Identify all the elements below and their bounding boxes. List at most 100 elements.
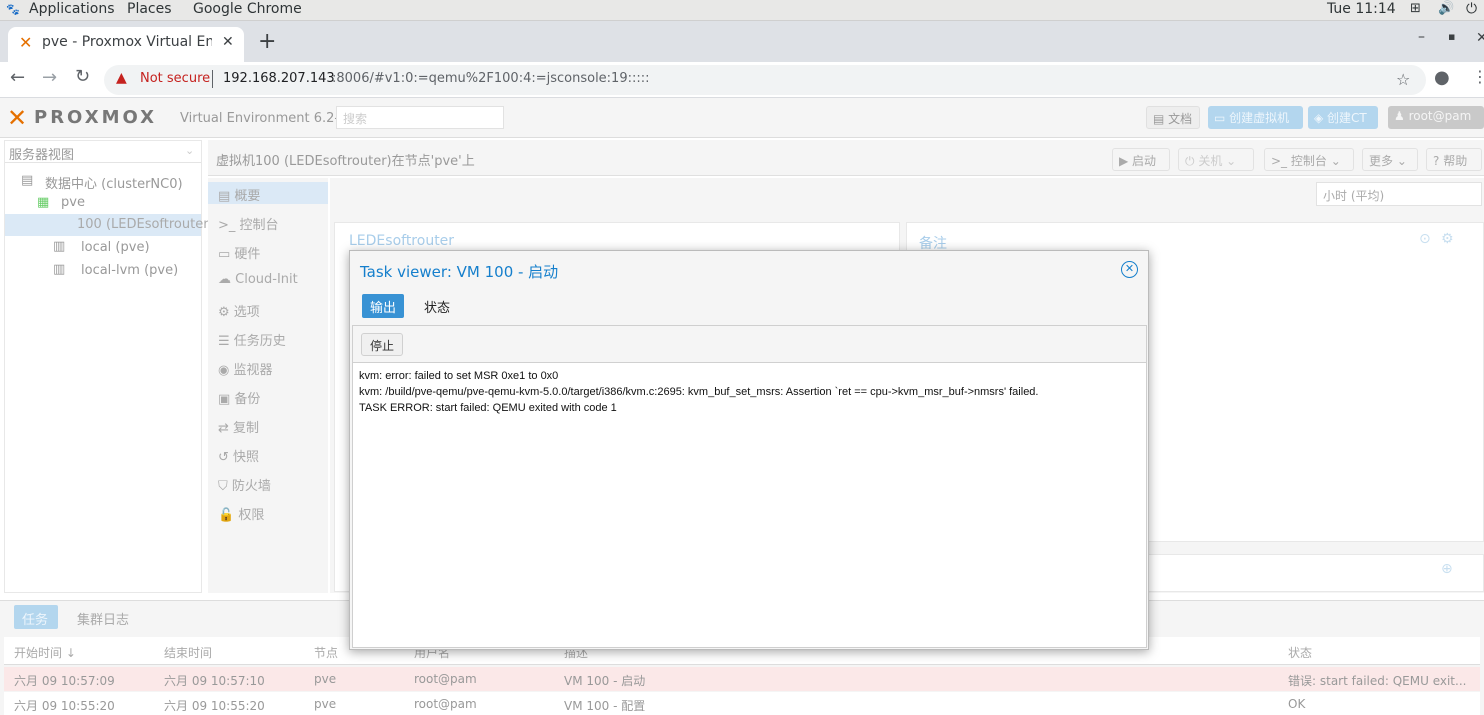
view-selector[interactable]: 服务器视图 ⌄ bbox=[5, 141, 201, 163]
url-path[interactable]: :8006/#v1:0:=qemu%2F100:4:=jsconsole:19:… bbox=[332, 71, 650, 86]
menu-item-monitor[interactable]: ◉ 监视器 bbox=[218, 359, 273, 378]
gear-icon[interactable]: ⚙ bbox=[1441, 231, 1454, 247]
cell-end: 六月 09 10:55:20 bbox=[164, 699, 265, 713]
menu-item-task-history[interactable]: ☰ 任务历史 bbox=[218, 330, 286, 349]
clock[interactable]: Tue 11:14 bbox=[1327, 1, 1396, 17]
menu-label: 任务历史 bbox=[233, 334, 286, 349]
view-selector-value: 服务器视图 bbox=[9, 148, 75, 163]
docs-button[interactable]: ▤ 文档 bbox=[1146, 106, 1200, 129]
version-label: Virtual Environment 6.2-4 bbox=[180, 111, 348, 126]
menu-label: Cloud-Init bbox=[235, 272, 298, 287]
stop-button[interactable]: 停止 bbox=[361, 333, 404, 356]
tab-tasks[interactable]: 任务 bbox=[14, 605, 58, 629]
tab-title: pve - Proxmox Virtual Envir bbox=[42, 34, 212, 50]
menu-label: 权限 bbox=[238, 508, 265, 523]
profile-icon[interactable]: ● bbox=[1434, 67, 1450, 88]
column-header[interactable]: 开始时间 ↓ bbox=[14, 644, 76, 661]
places-menu[interactable]: Places bbox=[127, 1, 172, 17]
docs-label: 文档 bbox=[1168, 112, 1193, 126]
security-label[interactable]: Not secure bbox=[140, 71, 210, 86]
start-label: 启动 bbox=[1132, 154, 1157, 168]
url-host[interactable]: 192.168.207.143 bbox=[223, 71, 335, 86]
menu-label: 概要 bbox=[234, 189, 261, 204]
task-output-panel: 停止 kvm: error: failed to set MSR 0xe1 to… bbox=[352, 325, 1147, 648]
tab-output[interactable]: 输出 bbox=[362, 294, 405, 318]
start-button[interactable]: ▶ 启动 bbox=[1112, 148, 1170, 171]
resource-tree: 服务器视图 ⌄ ▤ 数据中心 (clusterNC0) ▦ pve 100 (L… bbox=[4, 140, 214, 593]
power-icon[interactable]: ⏻ bbox=[1466, 1, 1477, 17]
user-menu-button[interactable]: ♟ root@pam bbox=[1388, 106, 1484, 129]
cell-status: 错误: start failed: QEMU exit... bbox=[1288, 674, 1467, 688]
menu-item-options[interactable]: ⚙ 选项 bbox=[218, 301, 260, 320]
table-row[interactable]: 六月 09 10:55:20 六月 09 10:55:20 pve root@p… bbox=[4, 692, 1480, 715]
chrome-menu-icon[interactable]: ⋮ bbox=[1472, 67, 1484, 86]
menu-item-backup[interactable]: ▣ 备份 bbox=[218, 388, 260, 407]
tree-item-datacenter[interactable]: 数据中心 (clusterNC0) bbox=[45, 173, 183, 192]
pve-header: ✕ PROXMOX Virtual Environment 6.2-4 搜索 ▤… bbox=[0, 98, 1484, 138]
search-input[interactable]: 搜索 bbox=[336, 106, 504, 129]
maximize-icon[interactable]: ▪ bbox=[1448, 30, 1455, 43]
page-title: 虚拟机100 (LEDEsoftrouter)在节点'pve'上 bbox=[216, 154, 475, 169]
menu-item-permissions[interactable]: 🔓 权限 bbox=[218, 504, 264, 523]
warning-icon[interactable]: ▲ bbox=[116, 70, 127, 86]
storage-icon: ▥ bbox=[53, 239, 66, 254]
network-icon[interactable]: ⊞ bbox=[1410, 1, 1421, 16]
menu-label: 监视器 bbox=[233, 363, 273, 378]
close-tab-icon[interactable]: ✕ bbox=[222, 34, 234, 50]
shutdown-label: 关机 bbox=[1198, 154, 1223, 168]
log-line: TASK ERROR: start failed: QEMU exited wi… bbox=[359, 402, 617, 414]
active-app-menu[interactable]: Google Chrome bbox=[193, 1, 302, 17]
create-vm-label: 创建虚拟机 bbox=[1229, 111, 1290, 125]
menu-label: 选项 bbox=[233, 305, 260, 320]
cell-start: 六月 09 10:55:20 bbox=[14, 699, 115, 713]
reload-icon[interactable]: ↻ bbox=[75, 66, 90, 87]
close-icon[interactable]: ✕ bbox=[1121, 261, 1138, 278]
more-button[interactable]: 更多 ⌄ bbox=[1362, 148, 1418, 171]
close-window-icon[interactable]: ✕ bbox=[1476, 30, 1484, 46]
browser-tab[interactable]: ✕ pve - Proxmox Virtual Envir ✕ bbox=[8, 27, 244, 62]
help-button[interactable]: ? 帮助 bbox=[1426, 148, 1482, 171]
tab-cluster-log[interactable]: 集群日志 bbox=[77, 609, 129, 628]
cell-end: 六月 09 10:57:10 bbox=[164, 674, 265, 688]
column-header[interactable]: 结束时间 bbox=[164, 644, 212, 661]
create-ct-button[interactable]: ◈ 创建CT bbox=[1308, 106, 1378, 129]
menu-item-summary[interactable]: ▤ 概要 bbox=[218, 185, 260, 204]
dialog-title: Task viewer: VM 100 - 启动 bbox=[360, 263, 559, 281]
tree-item-local[interactable]: local (pve) bbox=[81, 240, 150, 255]
menu-item-snapshots[interactable]: ↺ 快照 bbox=[218, 446, 259, 465]
menu-item-firewall[interactable]: ⛉ 防火墙 bbox=[218, 475, 271, 494]
applications-menu[interactable]: Applications bbox=[29, 1, 115, 17]
expand-icon[interactable]: ⊙ bbox=[1419, 231, 1431, 247]
log-line: kvm: error: failed to set MSR 0xe1 to 0x… bbox=[359, 370, 559, 382]
timeframe-select[interactable]: 小时 (平均) bbox=[1316, 182, 1482, 206]
shutdown-button[interactable]: ⏻ 关机 ⌄ bbox=[1178, 148, 1254, 171]
cell-description: VM 100 - 启动 bbox=[564, 674, 646, 688]
create-vm-button[interactable]: ▭ 创建虚拟机 bbox=[1208, 106, 1303, 129]
tab-status[interactable]: 状态 bbox=[416, 294, 458, 318]
menu-item-console[interactable]: >_ 控制台 bbox=[218, 214, 279, 233]
column-header[interactable]: 节点 bbox=[314, 644, 338, 661]
gnome-top-bar: 🐾 Applications Places Google Chrome Tue … bbox=[0, 0, 1484, 21]
console-button[interactable]: >_ 控制台 ⌄ bbox=[1264, 148, 1354, 171]
menu-item-hardware[interactable]: ▭ 硬件 bbox=[218, 243, 260, 262]
bookmark-star-icon[interactable]: ☆ bbox=[1396, 70, 1410, 89]
tree-item-local-lvm[interactable]: local-lvm (pve) bbox=[81, 263, 178, 278]
table-row[interactable]: 六月 09 10:57:09 六月 09 10:57:10 pve root@p… bbox=[4, 667, 1480, 691]
back-icon[interactable]: ← bbox=[10, 67, 25, 88]
plus-icon[interactable]: ⊕ bbox=[1441, 561, 1453, 577]
new-tab-icon[interactable]: + bbox=[258, 29, 276, 54]
summary-title: LEDEsoftrouter bbox=[349, 233, 455, 249]
forward-icon[interactable]: → bbox=[42, 67, 57, 88]
tree-item-vm-selected[interactable]: 100 (LEDEsoftrouter) bbox=[5, 214, 214, 236]
menu-item-replication[interactable]: ⇄ 复制 bbox=[218, 417, 259, 436]
tab-tasks-label: 任务 bbox=[22, 613, 49, 628]
tree-item-node[interactable]: pve bbox=[61, 195, 85, 210]
column-header[interactable]: 状态 bbox=[1288, 644, 1312, 661]
minimize-icon[interactable]: – bbox=[1418, 29, 1425, 45]
address-bar[interactable]: ▲ Not secure 192.168.207.143 :8006/#v1:0… bbox=[104, 65, 1426, 95]
volume-icon[interactable]: 🔊 bbox=[1438, 1, 1454, 16]
applications-icon: 🐾 bbox=[6, 3, 20, 16]
menu-item-cloudinit[interactable]: ☁ Cloud-Init bbox=[218, 272, 298, 287]
datacenter-icon: ▤ bbox=[21, 173, 34, 188]
proxmox-logo: PROXMOX bbox=[34, 107, 158, 128]
